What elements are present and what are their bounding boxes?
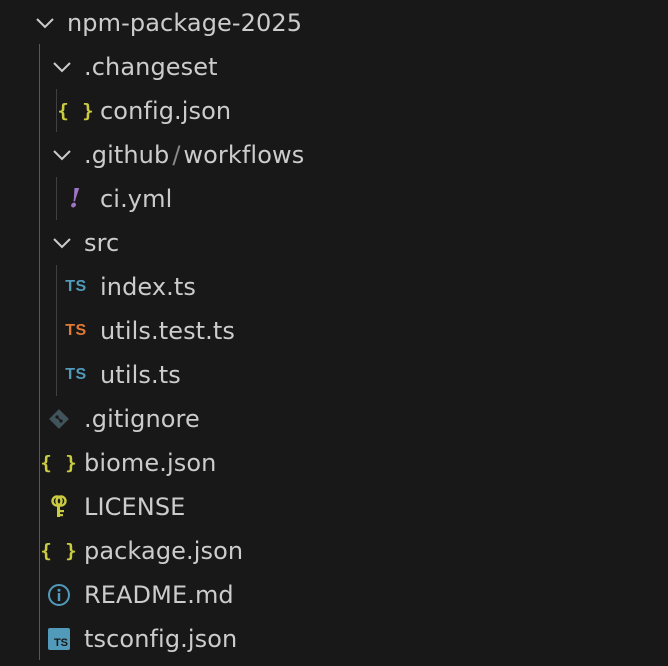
file-readme[interactable]: README.md [0, 573, 668, 617]
folder-workflows-label[interactable]: workflows [183, 133, 304, 177]
file-package-json[interactable]: { } package.json [0, 529, 668, 573]
file-utils-test-ts[interactable]: TS utils.test.ts [0, 309, 668, 353]
file-biome-json-label: biome.json [84, 449, 217, 477]
folder-root-label: npm-package-2025 [67, 9, 303, 37]
file-license[interactable]: LICENSE [0, 485, 668, 529]
chevron-down-icon[interactable] [51, 144, 73, 166]
compact-folder-path: .github / workflows [84, 133, 304, 177]
json-icon: { } [40, 540, 78, 562]
folder-src[interactable]: src [0, 221, 668, 265]
file-index-ts[interactable]: TS index.ts [0, 265, 668, 309]
yaml-icon: ! [69, 184, 81, 214]
file-utils-ts-label: utils.ts [100, 361, 181, 389]
json-icon: { } [40, 452, 78, 474]
file-utils-test-ts-label: utils.test.ts [100, 317, 236, 345]
file-gitignore[interactable]: .gitignore [0, 397, 668, 441]
git-icon [49, 409, 69, 429]
file-config-json[interactable]: { } config.json [0, 89, 668, 133]
file-explorer-tree: npm-package-2025 .changeset { } config.j… [0, 0, 668, 666]
chevron-down-icon[interactable] [51, 56, 73, 78]
chevron-down-icon[interactable] [34, 12, 56, 34]
folder-github-label[interactable]: .github [84, 133, 169, 177]
file-biome-json[interactable]: { } biome.json [0, 441, 668, 485]
file-gitignore-label: .gitignore [84, 405, 200, 433]
typescript-icon: TS [65, 366, 87, 383]
file-package-json-label: package.json [84, 537, 244, 565]
tsconfig-icon-glyph: TS [53, 637, 68, 649]
tsconfig-icon: TS [48, 628, 70, 650]
folder-root[interactable]: npm-package-2025 [0, 1, 668, 45]
folder-changeset-label: .changeset [84, 53, 218, 81]
file-readme-label: README.md [84, 581, 234, 609]
file-ci-yml[interactable]: ! ci.yml [0, 177, 668, 221]
file-utils-ts[interactable]: TS utils.ts [0, 353, 668, 397]
file-tsconfig-json-label: tsconfig.json [84, 625, 238, 653]
folder-github-workflows[interactable]: .github / workflows [0, 133, 668, 177]
file-index-ts-label: index.ts [100, 273, 197, 301]
license-key-icon [51, 495, 67, 517]
typescript-test-icon: TS [65, 322, 87, 339]
chevron-down-icon[interactable] [51, 232, 73, 254]
file-tsconfig-json[interactable]: TS tsconfig.json [0, 617, 668, 661]
file-ci-yml-label: ci.yml [100, 185, 173, 213]
json-icon: { } [57, 100, 95, 122]
typescript-icon: TS [65, 278, 87, 295]
folder-changeset[interactable]: .changeset [0, 45, 668, 89]
folder-src-label: src [84, 229, 120, 257]
file-license-label: LICENSE [84, 493, 186, 521]
path-separator: / [172, 141, 181, 169]
file-config-json-label: config.json [100, 97, 232, 125]
info-icon [48, 584, 70, 606]
